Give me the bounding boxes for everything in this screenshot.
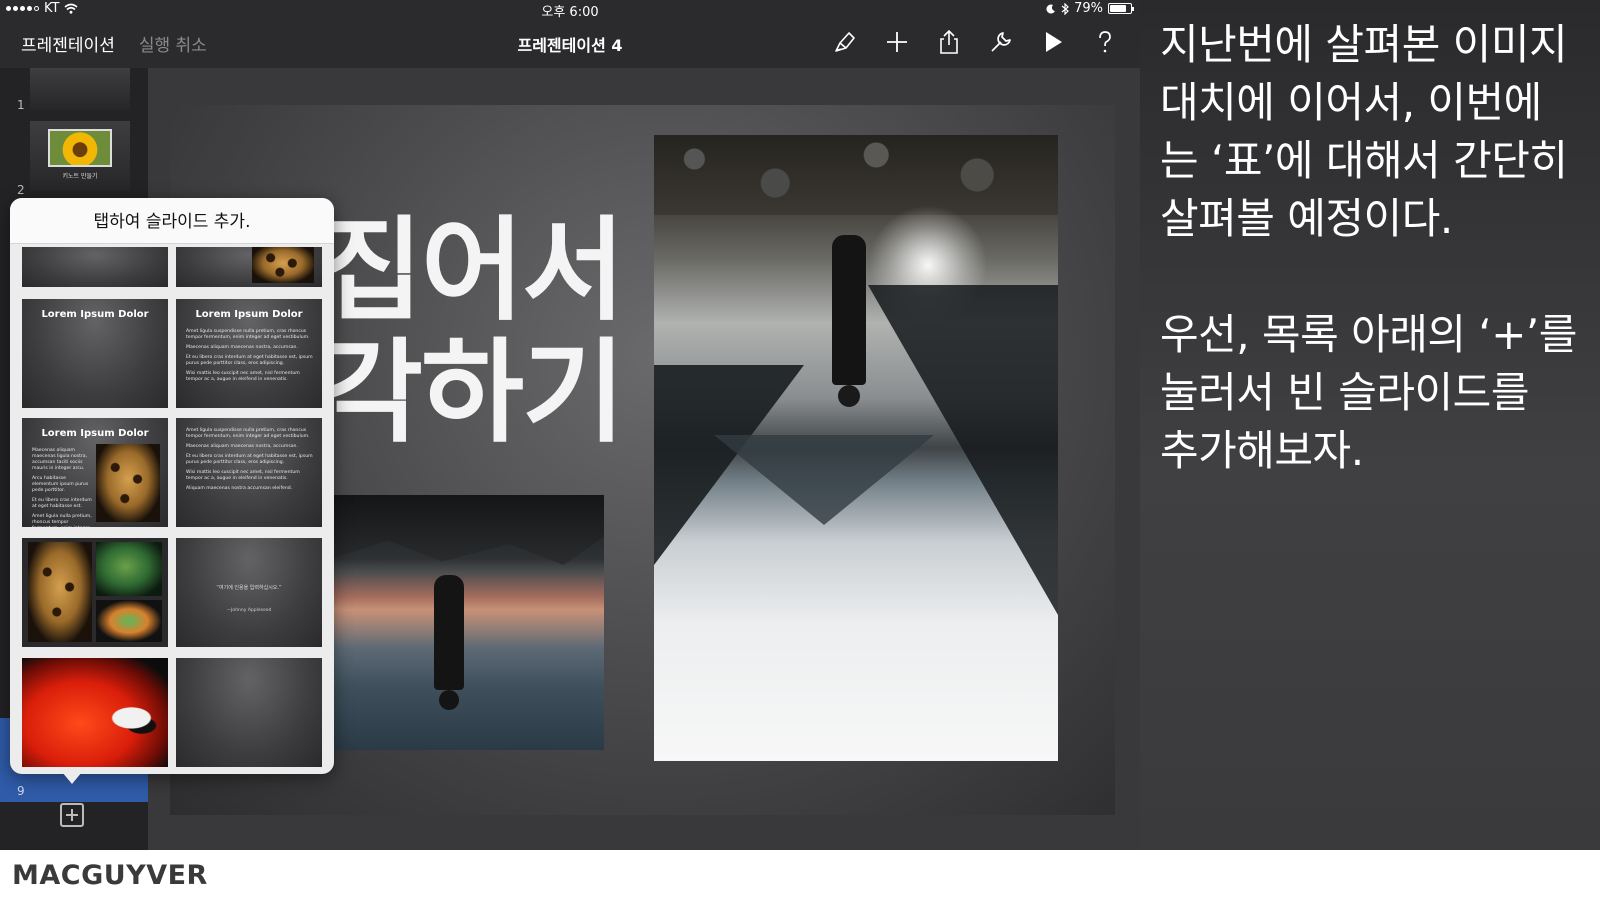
leopard-image <box>96 444 160 522</box>
bullet-text: Maecenas aliquam maecenas nostra, accums… <box>186 444 298 449</box>
bullet-text: Aliquam maecenas nostra accumsan eleifen… <box>186 486 293 491</box>
brand-logo: MACGUYVER <box>12 860 208 891</box>
layout-title: Lorem Ipsum Dolor <box>41 309 149 320</box>
toolbar: 프레젠테이션 실행 취소 프레젠테이션 4 <box>0 18 1140 68</box>
layout-thumbnail-quote[interactable]: “여기에 인용을 입력하십시오.” —Johnny Appleseed <box>176 538 322 647</box>
insert-button[interactable] <box>882 27 912 57</box>
red-parrot-image <box>22 658 168 767</box>
add-slide-popover: 탭하여 슬라이드 추가. Lorem Ipsum Dolor Lorem Ips… <box>10 198 334 774</box>
bullet-text: Maecenas aliquam maecenas ligula nostra,… <box>32 448 88 471</box>
bullet-text: Et eu libero cras interdum at eget habit… <box>186 355 313 366</box>
sunflower-image <box>48 129 112 167</box>
help-button[interactable] <box>1090 27 1120 57</box>
share-icon <box>940 29 958 54</box>
tools-button[interactable] <box>986 27 1016 57</box>
chameleon-image <box>96 600 162 642</box>
ipad-screen: KT 오후 6:00 79% 프레젠테이션 실행 취소 프레젠테이션 4 1 키… <box>0 0 1140 850</box>
thumbnail-caption: 키노트 만들기 <box>62 173 98 180</box>
moon-icon <box>1046 4 1056 14</box>
battery-fill <box>1110 5 1126 12</box>
battery-percent: 79% <box>1074 1 1103 16</box>
bullet-text: Wisi mattis leo suscipit nec amet, nisl … <box>186 371 300 382</box>
layout-thumbnail-title-bullets-photo[interactable]: Lorem Ipsum Dolor Maecenas aliquam maece… <box>22 418 168 527</box>
plus-icon <box>887 32 907 52</box>
bullet-text: Amet ligula suspendisse nulla pretium, c… <box>186 329 310 340</box>
slide-title-line-2[interactable]: 각하기 <box>320 337 625 449</box>
caption-panel: 지난번에 살펴본 이미지 대치에 이어서, 이번에 는 ‘표’에 대해서 간단히… <box>1140 0 1600 850</box>
bluetooth-icon <box>1061 2 1069 15</box>
play-icon <box>1046 32 1062 52</box>
caption-line: 추가해보자. <box>1160 426 1364 475</box>
bullet-text: Amet ligula nulla pretium, rhoncus tempo… <box>32 514 92 527</box>
status-bar: KT 오후 6:00 79% <box>0 0 1140 20</box>
paintbrush-icon <box>835 32 855 52</box>
share-button[interactable] <box>934 27 964 57</box>
slide-title-line-1[interactable]: 집어서 <box>320 215 625 327</box>
layout-thumbnail-photo[interactable] <box>22 658 168 767</box>
slide-number-9: 9 <box>17 784 25 798</box>
slide-thumbnail-2[interactable]: 키노트 만들기 <box>30 121 130 191</box>
layout-thumbnail-blank[interactable] <box>176 658 322 767</box>
layout-title: Lorem Ipsum Dolor <box>195 309 303 320</box>
layout-bullets: Maecenas aliquam maecenas ligula nostra,… <box>32 448 92 527</box>
caption-line: 눌러서 빈 슬라이드를 <box>1160 368 1529 417</box>
person-silhouette <box>832 235 866 407</box>
caption-paragraph-2: 우선, 목록 아래의 ‘+’를 눌러서 빈 슬라이드를 추가해보자. <box>1160 306 1586 480</box>
bullet-text: Amet ligula suspendisse nulla pretium, c… <box>186 428 310 439</box>
bullet-text: Wisi mattis leo suscipit nec amet, nisl … <box>186 470 300 481</box>
layout-thumbnail-title-only-top[interactable] <box>22 247 168 287</box>
caption-line: 지난번에 살펴본 이미지 <box>1160 20 1568 69</box>
bullet-text: Et eu libero cras interdum at eget habit… <box>32 498 92 509</box>
leopard-image <box>252 247 314 283</box>
popover-header: 탭하여 슬라이드 추가. <box>10 198 334 244</box>
battery-icon <box>1108 3 1134 14</box>
caption-line: 살펴볼 예정이다. <box>1160 194 1453 243</box>
caption-line: 는 ‘표’에 대해서 간단히 <box>1160 136 1568 185</box>
layout-thumbnail-title[interactable]: Lorem Ipsum Dolor <box>22 299 168 408</box>
photo-ridge <box>334 495 604 565</box>
bullet-text: Arcu habitasse elementum ipsum purus ped… <box>32 476 89 493</box>
layout-bullets: Amet ligula suspendisse nulla pretium, c… <box>186 329 314 387</box>
layout-bullets: Amet ligula suspendisse nulla pretium, c… <box>186 428 314 496</box>
format-button[interactable] <box>830 27 860 57</box>
photo-stones <box>654 135 1058 215</box>
layout-thumbnail-bullets[interactable]: Amet ligula suspendisse nulla pretium, c… <box>176 418 322 527</box>
caption-line: 우선, 목록 아래의 ‘+’를 <box>1160 310 1577 359</box>
add-slide-button[interactable] <box>60 803 84 827</box>
popover-arrow <box>62 772 82 784</box>
green-parrot-image <box>96 542 162 596</box>
caption-line: 대치에 이어서, 이번에 <box>1160 78 1542 127</box>
lake-sunset-photo[interactable] <box>334 495 604 750</box>
bullet-text: Et eu libero cras interdum at eget habit… <box>186 454 313 465</box>
slide-number-1: 1 <box>17 98 25 112</box>
mountain-lake-photo[interactable] <box>654 135 1058 761</box>
layout-thumbnail-photos-3up[interactable] <box>22 538 168 647</box>
wrench-icon <box>991 32 1011 52</box>
photo-mountain-center <box>714 435 934 525</box>
person-reflection <box>434 575 464 710</box>
layout-quote: “여기에 인용을 입력하십시오.” <box>216 585 282 591</box>
play-button[interactable] <box>1038 27 1068 57</box>
footer-bar: MACGUYVER <box>0 850 1600 900</box>
slide-thumbnail-1[interactable] <box>30 68 130 110</box>
layout-thumbnail-title-bullets[interactable]: Lorem Ipsum Dolor Amet ligula suspendiss… <box>176 299 322 408</box>
help-icon <box>1099 31 1111 53</box>
layout-title: Lorem Ipsum Dolor <box>41 428 149 439</box>
bullet-text: Maecenas aliquam maecenas nostra, accums… <box>186 345 298 350</box>
layout-thumbnail-photo-top[interactable] <box>176 247 322 287</box>
leopard-image <box>28 542 92 642</box>
caption-paragraph-1: 지난번에 살펴본 이미지 대치에 이어서, 이번에 는 ‘표’에 대해서 간단히… <box>1160 16 1586 248</box>
slide-number-2: 2 <box>17 183 25 197</box>
layout-quote-author: —Johnny Appleseed <box>226 608 272 613</box>
